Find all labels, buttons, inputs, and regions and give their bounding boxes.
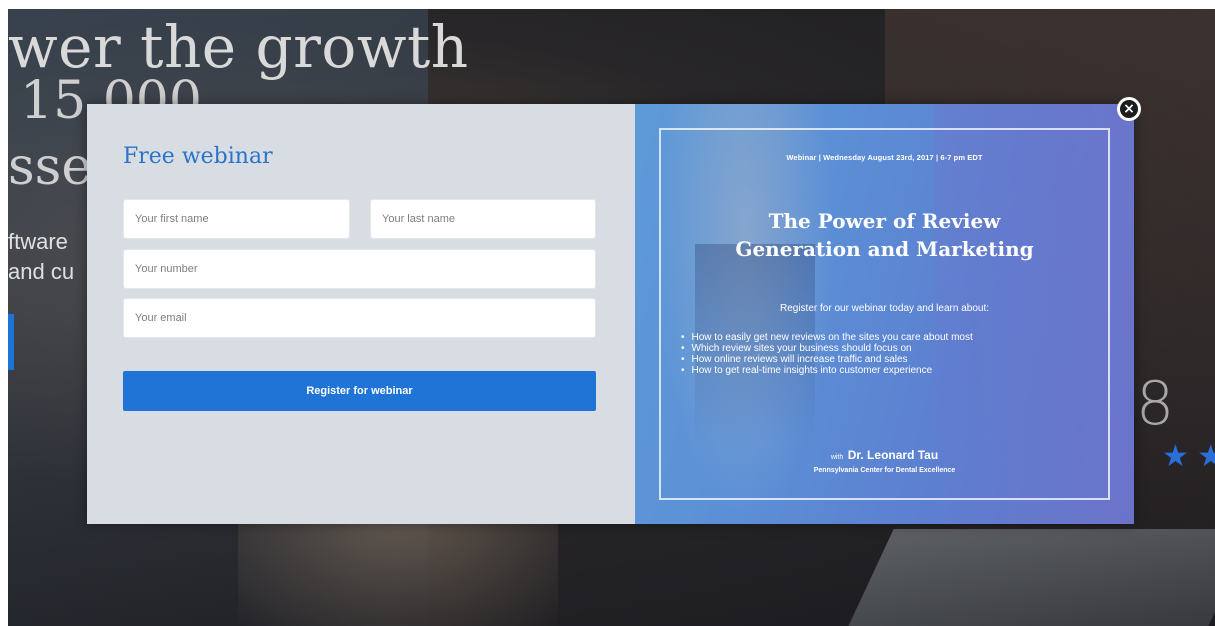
- register-button[interactable]: Register for webinar: [123, 371, 596, 411]
- hero-subtext-line-2: and cu: [8, 259, 75, 284]
- webinar-title-line-1: The Power of Review: [768, 209, 1001, 233]
- first-name-input[interactable]: Your first name: [123, 199, 350, 239]
- webinar-modal: Free webinar Your first name Your last n…: [87, 104, 1134, 524]
- registration-form-panel: Free webinar Your first name Your last n…: [87, 104, 635, 524]
- close-icon: ×: [1120, 100, 1138, 118]
- background-laptop: [842, 529, 1215, 626]
- host-prefix: with: [830, 454, 844, 461]
- email-input[interactable]: Your email: [123, 298, 596, 338]
- rating-stars: ★ ★: [1162, 440, 1215, 473]
- phone-number-input[interactable]: Your number: [123, 249, 596, 289]
- rating-number: 8: [1136, 369, 1175, 439]
- hero-subtext-line-1: ftware: [8, 229, 68, 254]
- promo-frame: [659, 128, 1110, 500]
- webinar-host: with Dr. Leonard Tau: [635, 446, 1134, 464]
- webinar-promo-panel: Webinar | Wednesday August 23rd, 2017 | …: [635, 104, 1134, 524]
- host-name: Dr. Leonard Tau: [847, 448, 939, 462]
- webinar-intro-text: Register for our webinar today and learn…: [779, 303, 989, 314]
- list-item: Which review sites your business should …: [681, 343, 973, 354]
- list-item: How online reviews will increase traffic…: [681, 354, 973, 365]
- webinar-date-time: Webinar | Wednesday August 23rd, 2017 | …: [786, 153, 983, 162]
- last-name-input[interactable]: Your last name: [370, 199, 596, 239]
- list-item: How to easily get new reviews on the sit…: [681, 332, 973, 343]
- webinar-topics-list: How to easily get new reviews on the sit…: [681, 332, 973, 376]
- webinar-title-line-2: Generation and Marketing: [735, 237, 1034, 261]
- webinar-title: The Power of Review Generation and Marke…: [635, 207, 1134, 263]
- hero-heading-line-3: sse: [8, 137, 93, 197]
- host-organization: Pennsylvania Center for Dental Excellenc…: [813, 467, 956, 474]
- hero-cta-button-edge[interactable]: [8, 314, 14, 370]
- modal-title: Free webinar: [123, 144, 273, 169]
- close-modal-button[interactable]: ×: [1117, 97, 1141, 121]
- list-item: How to get real-time insights into custo…: [681, 365, 973, 376]
